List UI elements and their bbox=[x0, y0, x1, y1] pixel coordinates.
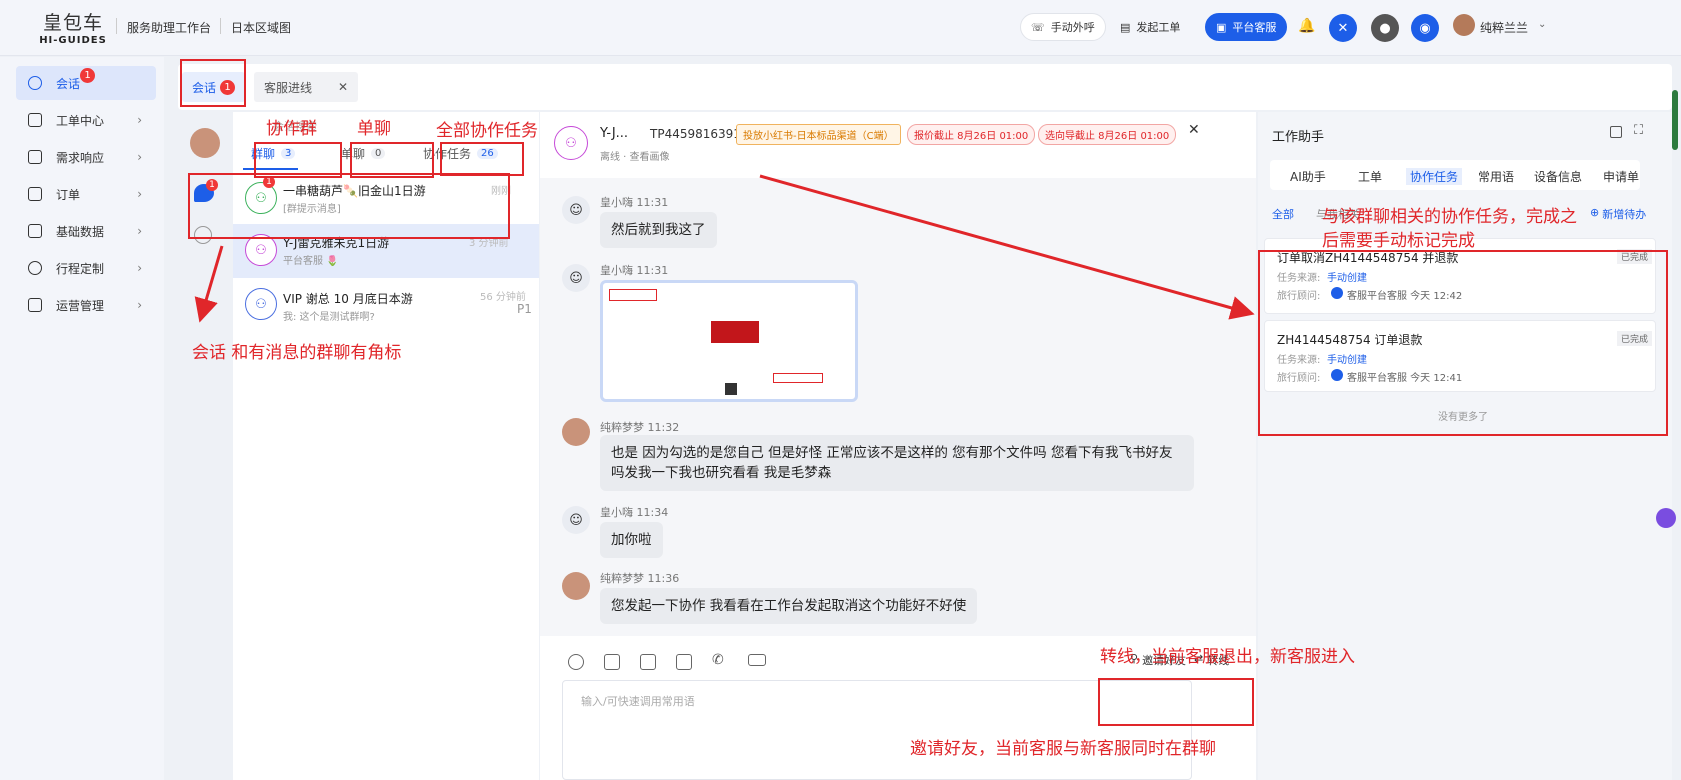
annotation-arrows bbox=[194, 174, 1255, 323]
annotation-arrow bbox=[194, 245, 224, 323]
annotation-arrow bbox=[759, 174, 1255, 320]
